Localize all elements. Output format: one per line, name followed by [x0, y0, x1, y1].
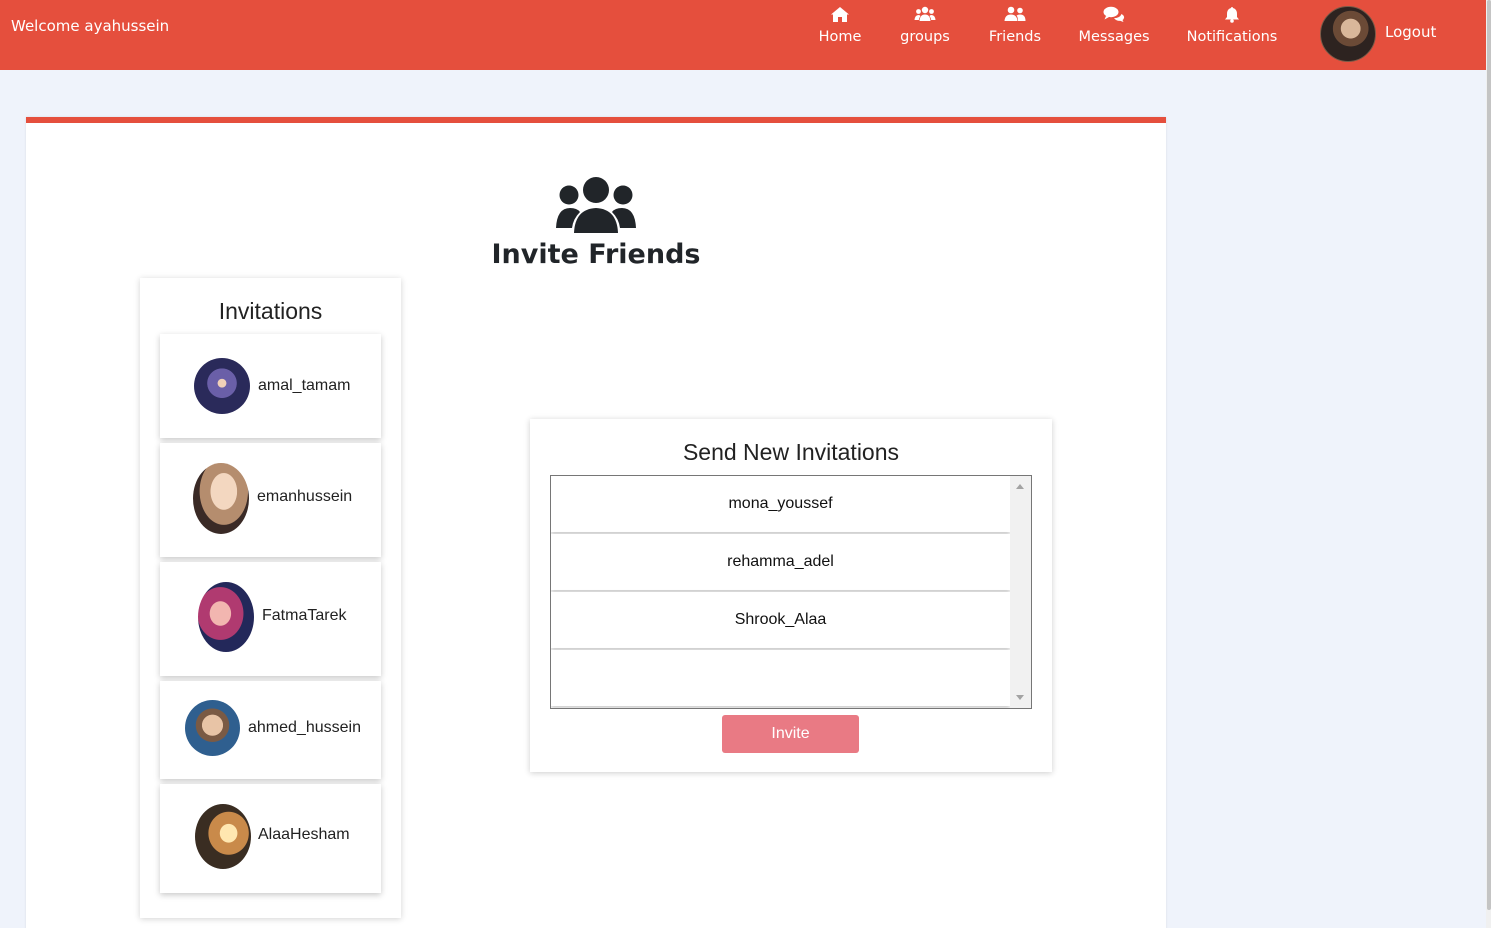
list-scrollbar[interactable] — [1010, 476, 1031, 708]
logout-link[interactable]: Logout — [1385, 23, 1436, 41]
nav-friends[interactable]: Friends — [988, 6, 1042, 54]
user-friends-icon — [988, 6, 1042, 26]
invitation-name: ahmed_hussein — [248, 719, 361, 736]
welcome-text: Welcome ayahussein — [11, 17, 170, 35]
avatar — [185, 700, 240, 756]
invitation-card[interactable]: FatmaTarek — [160, 562, 381, 676]
list-item[interactable]: rehamma_adel — [551, 534, 1010, 590]
comments-icon — [1078, 6, 1150, 26]
list-item-empty — [551, 650, 1010, 706]
invitation-card[interactable]: emanhussein — [160, 443, 381, 557]
nav-notifications-label: Notifications — [1186, 29, 1278, 45]
nav-friends-label: Friends — [988, 29, 1042, 45]
invitation-name: emanhussein — [257, 488, 353, 505]
invitation-card[interactable]: amal_tamam — [160, 334, 381, 438]
send-invitations-panel: Send New Invitations mona_youssef rehamm… — [530, 419, 1052, 772]
invitations-title: Invitations — [218, 298, 323, 324]
list-item[interactable]: Shrook_Alaa — [551, 592, 1010, 648]
nav-groups[interactable]: groups — [899, 6, 951, 54]
send-invitations-title: Send New Invitations — [682, 439, 900, 465]
invitation-name: amal_tamam — [258, 377, 351, 394]
nav-messages[interactable]: Messages — [1078, 6, 1150, 54]
top-navbar: Welcome ayahussein Home groups Friends M… — [0, 0, 1486, 70]
users-icon — [555, 175, 637, 238]
page-scrollbar-thumb[interactable] — [1487, 0, 1491, 910]
list-item[interactable]: mona_youssef — [551, 476, 1010, 532]
invitation-name: FatmaTarek — [262, 607, 347, 624]
invitation-name: AlaaHesham — [258, 826, 350, 843]
invitation-card[interactable]: ahmed_hussein — [160, 681, 381, 779]
invite-button[interactable]: Invite — [722, 715, 859, 753]
user-avatar[interactable] — [1320, 6, 1376, 62]
invitations-panel: Invitations amal_tamam emanhussein Fatma… — [140, 278, 401, 918]
nav-notifications[interactable]: Notifications — [1186, 6, 1278, 54]
nav-groups-label: groups — [900, 29, 950, 45]
bell-icon — [1186, 6, 1278, 26]
page-title: Invite Friends — [491, 239, 701, 270]
nav-home-label: Home — [818, 29, 862, 45]
avatar — [198, 582, 254, 652]
scroll-down-icon[interactable] — [1016, 695, 1024, 700]
avatar — [194, 358, 250, 414]
nav-home[interactable]: Home — [818, 6, 862, 54]
home-icon — [818, 6, 862, 26]
avatar — [193, 463, 249, 534]
users-icon — [899, 6, 951, 26]
nav-messages-label: Messages — [1078, 29, 1150, 45]
main-card: Invite Friends Invitations amal_tamam em… — [26, 117, 1166, 928]
avatar — [195, 804, 251, 869]
scroll-up-icon[interactable] — [1016, 484, 1024, 489]
invitation-card[interactable]: AlaaHesham — [160, 784, 381, 893]
friends-select-list[interactable]: mona_youssef rehamma_adel Shrook_Alaa — [550, 475, 1032, 709]
